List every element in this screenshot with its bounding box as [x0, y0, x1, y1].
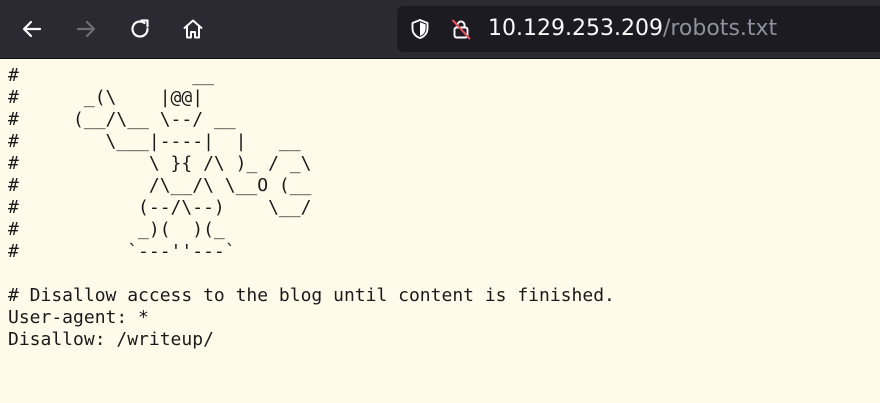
- forward-button[interactable]: [69, 12, 103, 46]
- text-line: # _)( )(_: [8, 219, 225, 240]
- tracking-protection-shield-icon[interactable]: [409, 18, 431, 40]
- reload-button[interactable]: [123, 12, 157, 46]
- text-line: # \___|----| | __: [8, 131, 301, 152]
- text-line: Disallow: /writeup/: [8, 329, 214, 350]
- insecure-connection-lock-icon[interactable]: [450, 18, 472, 40]
- text-line: # _(\ |@@|: [8, 87, 204, 108]
- text-line: # __: [8, 65, 214, 86]
- address-bar[interactable]: 10.129.253.209/robots.txt: [397, 6, 880, 52]
- url-text[interactable]: 10.129.253.209/robots.txt: [488, 17, 777, 41]
- page-content: # __ # _(\ |@@| # (__/\__ \--/ __ # \___…: [8, 65, 880, 351]
- reload-icon: [131, 19, 149, 38]
- forward-arrow-icon: [76, 20, 96, 38]
- text-line: # \ }{ /\ )_ / _\: [8, 153, 312, 174]
- text-line: # (--/\--) \__/: [8, 197, 312, 218]
- text-line: # /\__/\ \__O (__: [8, 175, 312, 196]
- back-button[interactable]: [15, 12, 49, 46]
- url-path: /robots.txt: [662, 16, 778, 41]
- back-arrow-icon: [22, 20, 42, 38]
- text-line: # `---''---`: [8, 241, 236, 262]
- text-line: User-agent: *: [8, 307, 149, 328]
- home-icon: [183, 19, 203, 39]
- home-button[interactable]: [176, 12, 210, 46]
- url-host: 10.129.253.209: [488, 16, 663, 41]
- robots-txt-content: # __ # _(\ |@@| # (__/\__ \--/ __ # \___…: [8, 65, 880, 351]
- text-line: # (__/\__ \--/ __: [8, 109, 236, 130]
- text-line: # Disallow access to the blog until cont…: [8, 285, 615, 306]
- browser-toolbar: 10.129.253.209/robots.txt: [0, 0, 880, 59]
